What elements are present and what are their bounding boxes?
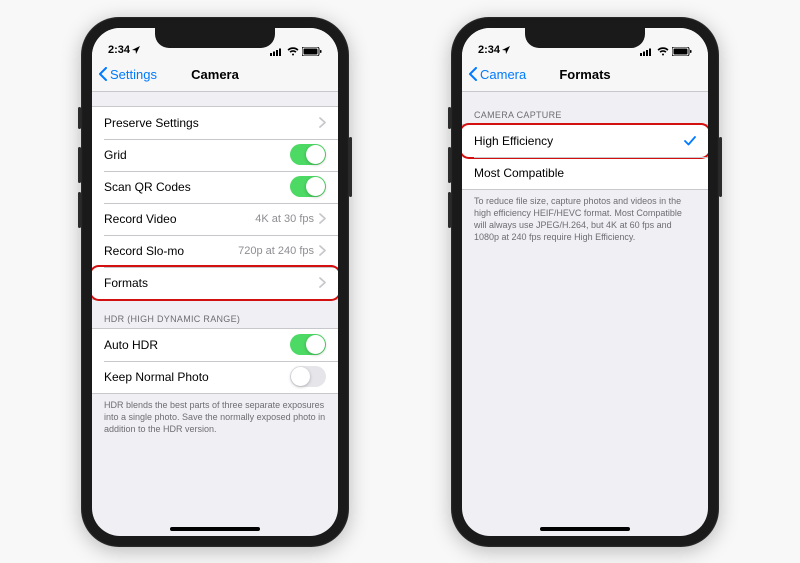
- cell-label: Grid: [104, 148, 127, 162]
- signal-icon: [270, 47, 284, 56]
- cell-label: Preserve Settings: [104, 116, 199, 130]
- toggle-switch[interactable]: [290, 144, 326, 165]
- back-label: Settings: [110, 67, 157, 82]
- cell-high-efficiency[interactable]: High Efficiency: [462, 125, 708, 157]
- wifi-icon: [657, 47, 669, 56]
- back-button[interactable]: Camera: [468, 67, 526, 82]
- cell-record-slo-mo[interactable]: Record Slo-mo 720p at 240 fps: [92, 235, 338, 267]
- toggle-switch[interactable]: [290, 176, 326, 197]
- home-indicator[interactable]: [170, 527, 260, 531]
- status-time: 2:34: [108, 44, 130, 56]
- toggle-switch[interactable]: [290, 334, 326, 355]
- chevron-right-icon: [319, 213, 326, 224]
- checkmark-icon: [684, 136, 696, 146]
- cell-most-compatible[interactable]: Most Compatible: [462, 157, 708, 189]
- cell-label: Most Compatible: [474, 166, 564, 180]
- cell-label: Scan QR Codes: [104, 180, 191, 194]
- cell-keep-normal-photo[interactable]: Keep Normal Photo: [92, 361, 338, 393]
- group-camera: Preserve Settings Grid Scan QR Codes Record…: [92, 106, 338, 300]
- section-header-hdr: HDR (HIGH DYNAMIC RANGE): [92, 300, 338, 328]
- location-icon: [502, 46, 510, 54]
- cell-label: Formats: [104, 276, 148, 290]
- chevron-right-icon: [319, 245, 326, 256]
- cell-preserve-settings[interactable]: Preserve Settings: [92, 107, 338, 139]
- cell-label: High Efficiency: [474, 134, 553, 148]
- group-capture: High Efficiency Most Compatible: [462, 124, 708, 190]
- wifi-icon: [287, 47, 299, 56]
- section-header-capture: CAMERA CAPTURE: [462, 92, 708, 124]
- status-time: 2:34: [478, 44, 500, 56]
- nav-bar: Settings Camera: [92, 58, 338, 92]
- cell-label: Keep Normal Photo: [104, 370, 209, 384]
- back-label: Camera: [480, 67, 526, 82]
- toggle-switch[interactable]: [290, 366, 326, 387]
- phone-left: 2:34 Settings Ca: [81, 17, 349, 547]
- phone-right: 2:34 Camera Form: [451, 17, 719, 547]
- battery-icon: [302, 47, 322, 56]
- chevron-right-icon: [319, 117, 326, 128]
- cell-label: Record Video: [104, 212, 177, 226]
- chevron-right-icon: [319, 277, 326, 288]
- battery-icon: [672, 47, 692, 56]
- group-hdr: Auto HDR Keep Normal Photo: [92, 328, 338, 394]
- nav-bar: Camera Formats: [462, 58, 708, 92]
- home-indicator[interactable]: [540, 527, 630, 531]
- cell-grid[interactable]: Grid: [92, 139, 338, 171]
- cell-detail: 720p at 240 fps: [238, 245, 314, 257]
- cell-detail: 4K at 30 fps: [255, 213, 314, 225]
- back-button[interactable]: Settings: [98, 67, 157, 82]
- cell-scan-qr-codes[interactable]: Scan QR Codes: [92, 171, 338, 203]
- cell-formats[interactable]: Formats: [92, 267, 338, 299]
- signal-icon: [640, 47, 654, 56]
- location-icon: [132, 46, 140, 54]
- footer-capture: To reduce file size, capture photos and …: [462, 190, 708, 254]
- cell-label: Auto HDR: [104, 338, 158, 352]
- footer-hdr: HDR blends the best parts of three separ…: [92, 394, 338, 445]
- cell-label: Record Slo-mo: [104, 244, 184, 258]
- cell-auto-hdr[interactable]: Auto HDR: [92, 329, 338, 361]
- cell-record-video[interactable]: Record Video 4K at 30 fps: [92, 203, 338, 235]
